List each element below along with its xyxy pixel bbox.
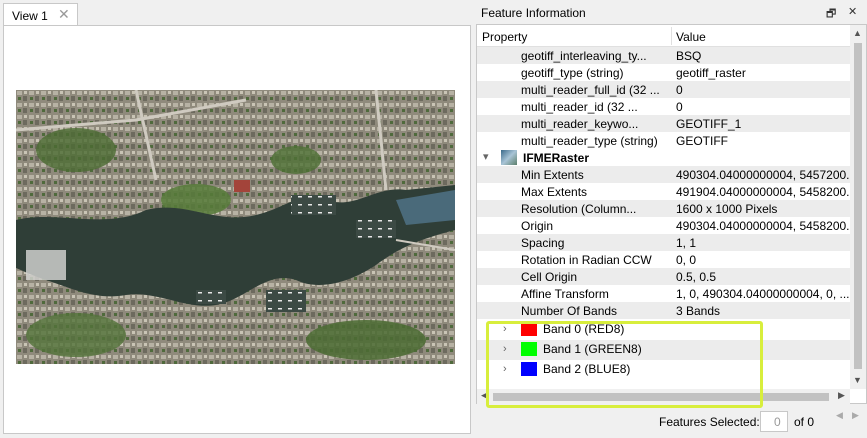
chevron-down-icon[interactable]: ▾: [483, 150, 489, 163]
float-icon[interactable]: 🗗: [826, 5, 836, 24]
property-value: 1600 x 1000 Pixels: [676, 202, 778, 216]
property-name: Rotation in Radian CCW: [521, 253, 652, 267]
table-row[interactable]: multi_reader_full_id (32 ... 0: [477, 81, 850, 98]
property-value: 3 Bands: [676, 304, 721, 318]
aerial-raster-image: [16, 90, 455, 364]
group-label: IFMERaster: [523, 151, 590, 165]
features-selected-label: Features Selected:: [659, 415, 760, 429]
property-name: Resolution (Column...: [521, 202, 637, 216]
map-view-canvas[interactable]: [3, 25, 471, 434]
table-row[interactable]: Spacing 1, 1: [477, 234, 850, 251]
table-row[interactable]: geotiff_interleaving_ty... BSQ: [477, 47, 850, 64]
scroll-right-icon[interactable]: ▶: [838, 390, 845, 401]
previous-feature-icon[interactable]: ◀: [836, 410, 843, 420]
property-name: Min Extents: [521, 168, 584, 182]
table-row[interactable]: Affine Transform 1, 0, 490304.0400000000…: [477, 285, 850, 302]
property-value: 1, 1: [676, 236, 697, 250]
table-row[interactable]: Resolution (Column... 1600 x 1000 Pixels: [477, 200, 850, 217]
feature-information-panel: Feature Information 🗗 ✕ Property Value g…: [476, 0, 867, 438]
table-row[interactable]: Number Of Bands 3 Bands: [477, 302, 850, 319]
property-name: Number Of Bands: [521, 304, 618, 318]
property-name: multi_reader_id (32 ...: [521, 100, 638, 114]
property-name: Cell Origin: [521, 270, 578, 284]
property-value: BSQ: [676, 49, 702, 63]
property-name: Origin: [521, 219, 554, 233]
table-row[interactable]: Origin 490304.04000000004, 5458200.137: [477, 217, 850, 234]
bands-highlight-annotation: [486, 321, 763, 408]
close-icon[interactable]: ✕: [848, 5, 857, 18]
scroll-down-icon[interactable]: ▼: [853, 375, 862, 385]
property-value: 491904.04000000004, 5458200.137: [676, 185, 850, 199]
panel-title: Feature Information: [481, 6, 586, 20]
tab-label: View 1: [12, 9, 48, 23]
table-row[interactable]: geotiff_type (string) geotiff_raster: [477, 64, 850, 81]
property-name: Spacing: [521, 236, 565, 250]
property-value: 490304.04000000004, 5458200.137: [676, 219, 850, 233]
property-name: multi_reader_type (string): [521, 134, 658, 148]
group-row-ifmeraster[interactable]: ▾ IFMERaster: [477, 149, 850, 166]
column-header-value[interactable]: Value: [676, 30, 706, 44]
property-value: GEOTIFF: [676, 134, 728, 148]
property-value: 490304.04000000004, 5457200.137: [676, 168, 850, 182]
table-row[interactable]: Cell Origin 0.5, 0.5: [477, 268, 850, 285]
property-value: 0.5, 0.5: [676, 270, 717, 284]
table-row[interactable]: multi_reader_keywo... GEOTIFF_1: [477, 115, 850, 132]
table-row[interactable]: multi_reader_id (32 ... 0: [477, 98, 850, 115]
column-header-property[interactable]: Property: [482, 30, 527, 44]
features-total-label: of 0: [794, 415, 815, 429]
property-value: 0: [676, 83, 683, 97]
column-divider[interactable]: [671, 27, 672, 45]
scroll-up-icon[interactable]: ▲: [853, 28, 862, 38]
property-name: Max Extents: [521, 185, 588, 199]
column-header: Property Value: [477, 25, 850, 47]
property-value: geotiff_raster: [676, 66, 746, 80]
feature-info-table: Property Value geotiff_interleaving_ty..…: [476, 24, 867, 408]
property-value: GEOTIFF_1: [676, 117, 742, 131]
tab-view-1[interactable]: View 1 ✕: [3, 3, 78, 26]
raster-icon: [501, 150, 517, 165]
scroll-thumb[interactable]: [854, 43, 862, 369]
table-row[interactable]: Max Extents 491904.04000000004, 5458200.…: [477, 183, 850, 200]
property-name: multi_reader_full_id (32 ...: [521, 83, 660, 97]
next-feature-icon[interactable]: ▶: [852, 410, 859, 420]
property-name: Affine Transform: [521, 287, 609, 301]
property-value: 0, 0: [676, 253, 697, 267]
table-row[interactable]: multi_reader_type (string) GEOTIFF: [477, 132, 850, 149]
status-bar: Features Selected: 0 of 0 ◀ ▶: [476, 405, 867, 435]
table-row[interactable]: Min Extents 490304.04000000004, 5457200.…: [477, 166, 850, 183]
property-name: multi_reader_keywo...: [521, 117, 639, 131]
view-panel: View 1 ✕: [0, 0, 474, 438]
panel-titlebar: Feature Information 🗗 ✕: [476, 2, 867, 23]
vertical-scrollbar[interactable]: ▲ ▼: [850, 25, 866, 389]
features-selected-field[interactable]: 0: [760, 411, 788, 432]
property-name: geotiff_type (string): [521, 66, 624, 80]
close-icon[interactable]: ✕: [58, 6, 70, 23]
property-value: 0: [676, 100, 683, 114]
table-row[interactable]: Rotation in Radian CCW 0, 0: [477, 251, 850, 268]
property-name: geotiff_interleaving_ty...: [521, 49, 647, 63]
property-value: 1, 0, 490304.04000000004, 0, ...: [676, 287, 850, 301]
